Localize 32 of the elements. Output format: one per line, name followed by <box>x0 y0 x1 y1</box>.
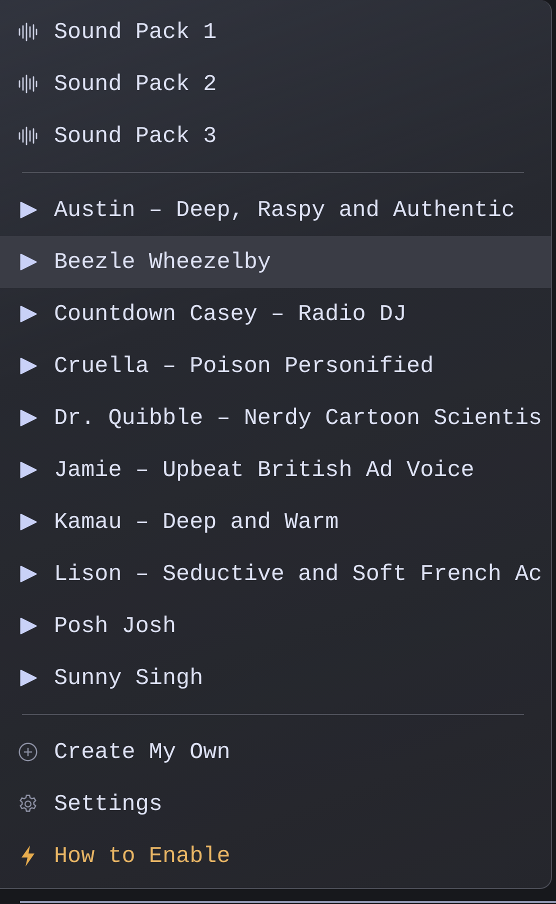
plus-circle-icon <box>18 741 38 763</box>
menu-item[interactable]: Dr. Quibble – Nerdy Cartoon Scientis <box>0 392 551 444</box>
play-icon <box>20 669 36 687</box>
menu-item[interactable]: Countdown Casey – Radio DJ <box>0 288 551 340</box>
play-icon <box>20 409 36 427</box>
menu-item[interactable]: Settings <box>0 778 551 830</box>
menu-item[interactable]: Sound Pack 2 <box>0 58 551 110</box>
menu-item[interactable]: Austin – Deep, Raspy and Authentic <box>0 184 551 236</box>
play-icon <box>20 201 36 219</box>
menu-item[interactable]: Beezle Wheezelby <box>0 236 551 288</box>
menu-item[interactable]: Lison – Seductive and Soft French Ac <box>0 548 551 600</box>
menu-item[interactable]: Create My Own <box>0 726 551 778</box>
menu-item[interactable]: Sound Pack 3 <box>0 110 551 162</box>
menu-item[interactable]: Posh Josh <box>0 600 551 652</box>
menu-item[interactable]: Kamau – Deep and Warm <box>0 496 551 548</box>
play-icon <box>20 461 36 479</box>
menu-item[interactable]: Cruella – Poison Personified <box>0 340 551 392</box>
menu-item[interactable]: How to Enable <box>0 830 551 882</box>
play-icon <box>20 253 36 271</box>
settings-icon <box>18 793 38 815</box>
lightning-icon <box>20 845 36 867</box>
menu-item[interactable]: Sound Pack 1 <box>0 6 551 58</box>
waveform-icon <box>18 126 38 146</box>
menu-item[interactable]: Jamie – Upbeat British Ad Voice <box>0 444 551 496</box>
waveform-icon <box>18 22 38 42</box>
menu-item[interactable]: Sunny Singh <box>0 652 551 704</box>
play-icon <box>20 357 36 375</box>
play-icon <box>20 305 36 323</box>
play-icon <box>20 617 36 635</box>
waveform-icon <box>18 74 38 94</box>
play-icon <box>20 565 36 583</box>
play-icon <box>20 513 36 531</box>
